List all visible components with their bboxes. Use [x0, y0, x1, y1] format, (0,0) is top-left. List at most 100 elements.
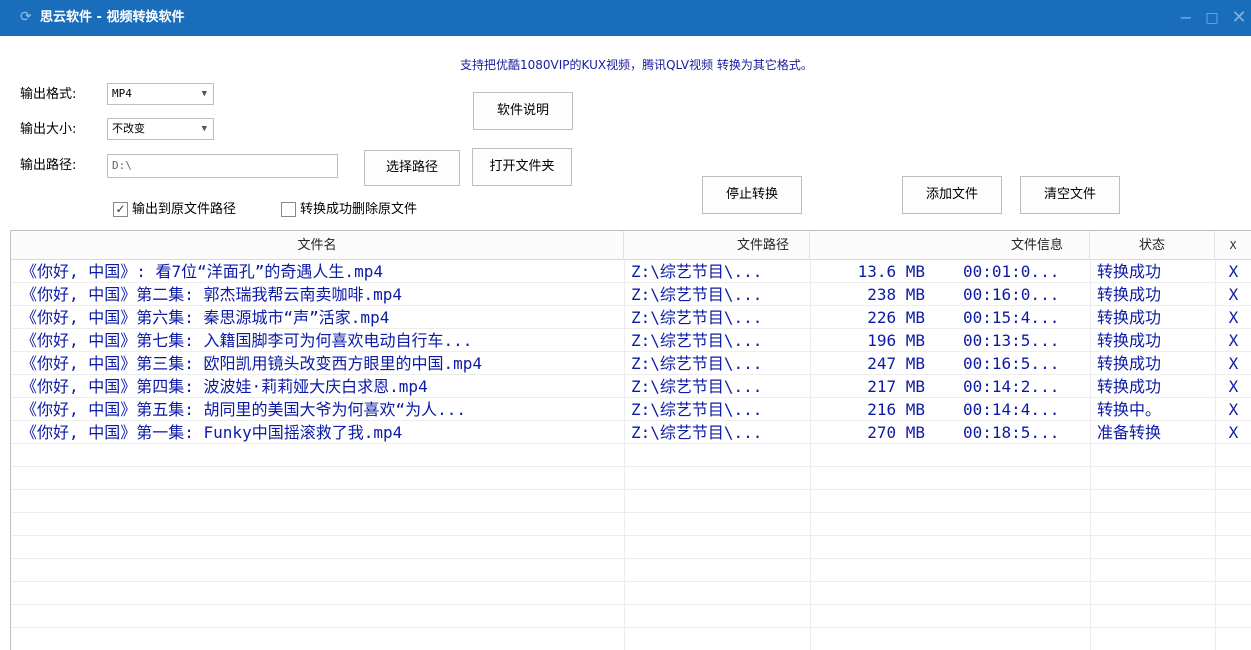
format-select[interactable]: MP4 ▼ [107, 83, 214, 105]
cell-file-path: Z:\综艺节目\... [631, 400, 763, 419]
cell-file-name: 《你好, 中国》第五集: 胡同里的美国大爷为何喜欢“为人... [21, 400, 467, 419]
cell-file-size: 196 MB [867, 331, 925, 350]
close-button[interactable]: ✕ [1228, 8, 1250, 28]
empty-row [11, 537, 1251, 559]
cell-file-path: Z:\综艺节目\... [631, 354, 763, 373]
checkmark-icon: ✓ [113, 202, 128, 217]
title-bar: ⟳ 思云软件 - 视频转换软件 − □ ✕ [0, 0, 1251, 36]
cell-file-size: 270 MB [867, 423, 925, 442]
support-notice: 支持把优酷1080VIP的KUX视频，腾讯QLV视频 转换为其它格式。 [460, 58, 813, 72]
empty-row [11, 468, 1251, 490]
cell-file-path: Z:\综艺节目\... [631, 331, 763, 350]
cell-file-name: 《你好, 中国》第七集: 入籍国脚李可为何喜欢电动自行车... [21, 331, 473, 350]
minimize-button[interactable]: − [1175, 8, 1197, 28]
cell-status: 转换中。 [1097, 400, 1162, 419]
window-title: 思云软件 - 视频转换软件 [40, 10, 185, 25]
cell-file-name: 《你好, 中国》第三集: 欧阳凯用镜头改变西方眼里的中国.mp4 [21, 354, 483, 373]
cell-remove[interactable]: X [1215, 399, 1251, 421]
cell-status: 准备转换 [1097, 423, 1162, 442]
table-row[interactable]: 《你好, 中国》第七集: 入籍国脚李可为何喜欢电动自行车... Z:\综艺节目\.… [11, 330, 1251, 352]
cell-status: 转换成功 [1097, 377, 1162, 396]
cell-remove[interactable]: X [1215, 376, 1251, 398]
header-file-info[interactable]: 文件信息 [810, 231, 1090, 260]
file-list-table[interactable]: 文件名 文件路径 文件信息 状态 X 《你好, 中国》: 看7位“洋面孔”的奇遇… [10, 230, 1251, 650]
cell-file-size: 247 MB [867, 354, 925, 373]
cell-remove[interactable]: X [1215, 261, 1251, 283]
choose-path-button[interactable]: 选择路径 [364, 150, 460, 186]
path-input[interactable]: D:\ [107, 154, 338, 178]
cell-remove[interactable]: X [1215, 330, 1251, 352]
cell-file-size: 226 MB [867, 308, 925, 327]
cell-file-name: 《你好, 中国》: 看7位“洋面孔”的奇遇人生.mp4 [21, 262, 383, 281]
format-select-value: MP4 [112, 87, 132, 100]
header-status[interactable]: 状态 [1090, 231, 1215, 260]
cell-file-name: 《你好, 中国》第四集: 波波娃·莉莉娅大庆白求恩.mp4 [21, 377, 428, 396]
cell-file-name: 《你好, 中国》第二集: 郭杰瑞我帮云南卖咖啡.mp4 [21, 285, 403, 304]
chevron-down-icon: ▼ [201, 89, 207, 99]
cell-file-name: 《你好, 中国》第一集: Funky中国摇滚救了我.mp4 [21, 423, 403, 442]
cell-file-path: Z:\综艺节目\... [631, 423, 763, 442]
cell-duration: 00:15:4... [963, 308, 1060, 327]
clear-files-button[interactable]: 清空文件 [1020, 176, 1120, 214]
size-select[interactable]: 不改变 ▼ [107, 118, 214, 140]
cell-status: 转换成功 [1097, 354, 1162, 373]
table-row[interactable]: 《你好, 中国》第二集: 郭杰瑞我帮云南卖咖啡.mp4 Z:\综艺节目\... 23… [11, 284, 1251, 306]
cell-remove[interactable]: X [1215, 307, 1251, 329]
open-folder-button[interactable]: 打开文件夹 [472, 148, 572, 186]
maximize-button[interactable]: □ [1201, 8, 1223, 28]
delete-source-checkbox[interactable]: 转换成功删除原文件 [281, 201, 446, 219]
app-refresh-icon: ⟳ [20, 9, 32, 25]
cell-remove[interactable]: X [1215, 422, 1251, 444]
header-file-name[interactable]: 文件名 [11, 231, 624, 260]
cell-duration: 00:01:0... [963, 262, 1060, 281]
empty-row [11, 606, 1251, 628]
output-to-source-checkbox[interactable]: ✓ 输出到原文件路径 [113, 201, 263, 219]
cell-duration: 00:18:5... [963, 423, 1060, 442]
empty-row [11, 560, 1251, 582]
header-remove[interactable]: X [1215, 231, 1251, 260]
cell-file-size: 238 MB [867, 285, 925, 304]
cell-file-path: Z:\综艺节目\... [631, 377, 763, 396]
cell-duration: 00:16:5... [963, 354, 1060, 373]
stop-convert-button[interactable]: 停止转换 [702, 176, 802, 214]
cell-file-path: Z:\综艺节目\... [631, 262, 763, 281]
cell-duration: 00:16:0... [963, 285, 1060, 304]
empty-row [11, 629, 1251, 650]
cell-file-size: 13.6 MB [857, 262, 925, 281]
add-file-button[interactable]: 添加文件 [902, 176, 1002, 214]
empty-checkbox-icon [281, 202, 296, 217]
empty-row [11, 491, 1251, 513]
table-row[interactable]: 《你好, 中国》第五集: 胡同里的美国大爷为何喜欢“为人... Z:\综艺节目\.… [11, 399, 1251, 421]
cell-status: 转换成功 [1097, 285, 1162, 304]
empty-row [11, 445, 1251, 467]
readme-button[interactable]: 软件说明 [473, 92, 573, 130]
table-header: 文件名 文件路径 文件信息 状态 X [11, 231, 1251, 260]
table-row[interactable]: 《你好, 中国》第四集: 波波娃·莉莉娅大庆白求恩.mp4 Z:\综艺节目\...… [11, 376, 1251, 398]
cell-file-name: 《你好, 中国》第六集: 秦思源城市“声”活家.mp4 [21, 308, 390, 327]
cell-file-size: 217 MB [867, 377, 925, 396]
cell-status: 转换成功 [1097, 308, 1162, 327]
header-file-path[interactable]: 文件路径 [624, 231, 810, 260]
table-row[interactable]: 《你好, 中国》第一集: Funky中国摇滚救了我.mp4 Z:\综艺节目\...… [11, 422, 1251, 444]
cell-file-path: Z:\综艺节目\... [631, 308, 763, 327]
cell-duration: 00:13:5... [963, 331, 1060, 350]
chevron-down-icon: ▼ [201, 124, 207, 134]
cell-file-path: Z:\综艺节目\... [631, 285, 763, 304]
empty-row [11, 514, 1251, 536]
table-row[interactable]: 《你好, 中国》: 看7位“洋面孔”的奇遇人生.mp4 Z:\综艺节目\... 13… [11, 261, 1251, 283]
cell-duration: 00:14:2... [963, 377, 1060, 396]
cell-duration: 00:14:4... [963, 400, 1060, 419]
delete-source-label: 转换成功删除原文件 [300, 202, 418, 217]
cell-status: 转换成功 [1097, 262, 1162, 281]
cell-file-size: 216 MB [867, 400, 925, 419]
cell-remove[interactable]: X [1215, 353, 1251, 375]
table-row[interactable]: 《你好, 中国》第六集: 秦思源城市“声”活家.mp4 Z:\综艺节目\... 22… [11, 307, 1251, 329]
table-row[interactable]: 《你好, 中国》第三集: 欧阳凯用镜头改变西方眼里的中国.mp4 Z:\综艺节目\… [11, 353, 1251, 375]
size-label: 输出大小: [20, 122, 77, 137]
cell-remove[interactable]: X [1215, 284, 1251, 306]
cell-status: 转换成功 [1097, 331, 1162, 350]
size-select-value: 不改变 [112, 122, 145, 135]
output-to-source-label: 输出到原文件路径 [132, 202, 237, 217]
path-label: 输出路径: [20, 158, 77, 173]
format-label: 输出格式: [20, 87, 77, 102]
